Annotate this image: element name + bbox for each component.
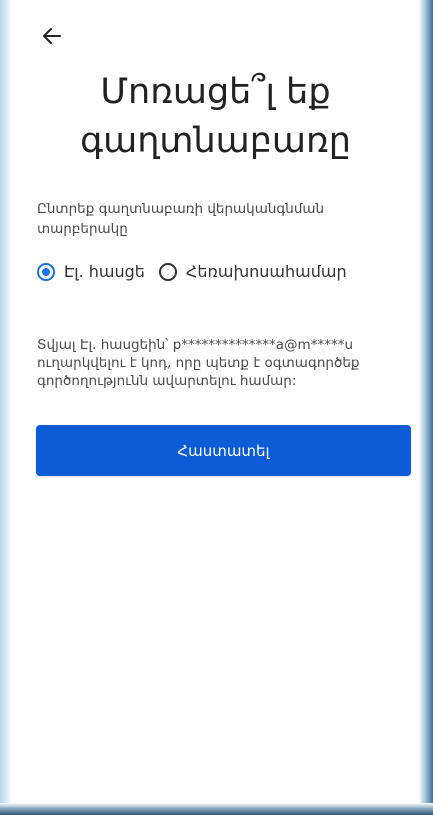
window-edge-right bbox=[419, 0, 433, 815]
recovery-instruction: Ընտրեք գաղտնաբառի վերականգնման տարբերակը bbox=[37, 201, 325, 237]
radio-email-label: Էլ. հասցե bbox=[64, 262, 145, 281]
radio-unselected-icon[interactable] bbox=[158, 262, 177, 281]
recovery-method-group: Էլ. հասցե Հեռախոսահամար bbox=[37, 262, 347, 281]
confirm-button[interactable]: Հաստատել bbox=[36, 425, 411, 476]
arrow-left-icon bbox=[43, 28, 61, 44]
window-edge-bottom bbox=[0, 803, 433, 815]
radio-phone-label: Հեռախոսահամար bbox=[185, 262, 347, 281]
radio-email[interactable]: Էլ. հասցե bbox=[37, 262, 145, 281]
code-info-text: Տվյալ Էլ. հասցեին՝ p**************a@m***… bbox=[37, 337, 360, 389]
window-edge-left bbox=[0, 0, 12, 815]
radio-phone[interactable]: Հեռախոսահամար bbox=[158, 262, 347, 281]
radio-selected-icon[interactable] bbox=[37, 262, 55, 281]
forgot-password-screen: Մոռացե՞լ եք գաղտնաբառը Ընտրեք գաղտնաբառի… bbox=[12, 0, 419, 803]
page-title: Մոռացե՞լ եք գաղտնաբառը bbox=[80, 72, 351, 161]
app-window: Մոռացե՞լ եք գաղտնաբառը Ընտրեք գաղտնաբառի… bbox=[0, 0, 433, 815]
back-button[interactable] bbox=[38, 22, 66, 50]
